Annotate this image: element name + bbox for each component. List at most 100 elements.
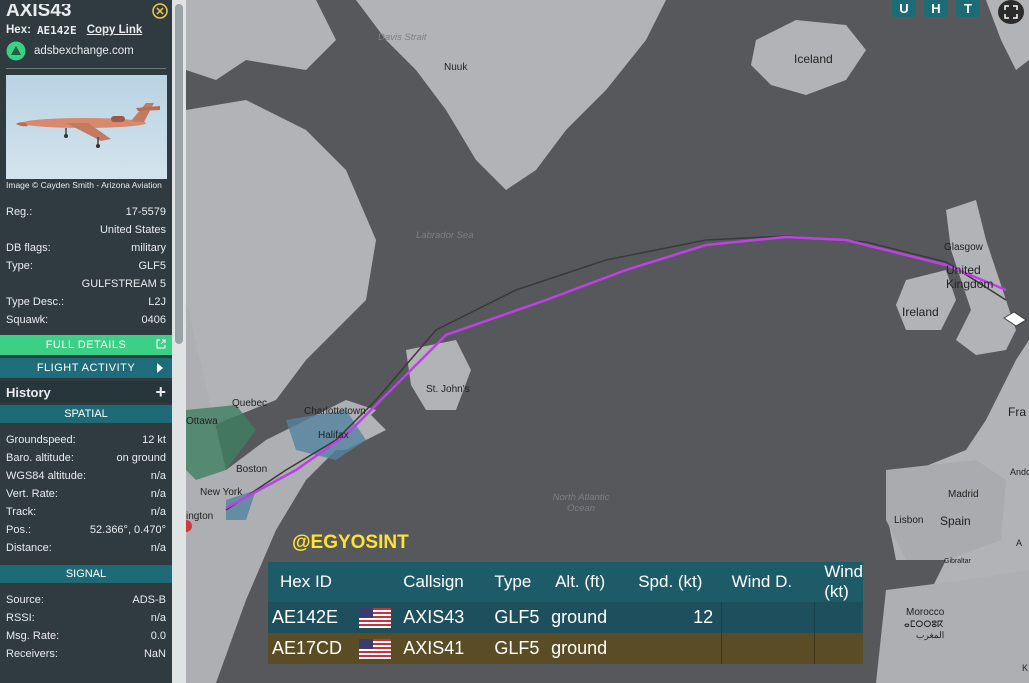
row-wind-direction xyxy=(721,602,815,633)
detail-row: United States xyxy=(0,221,172,239)
hex-label: Hex: xyxy=(6,24,31,36)
full-details-label: FULL DETAILS xyxy=(45,339,127,351)
map-button-t[interactable]: T xyxy=(956,0,980,17)
signal-row-label: Receivers: xyxy=(6,648,58,660)
row-callsign: AXIS41 xyxy=(403,638,465,658)
flight-activity-button[interactable]: FLIGHT ACTIVITY xyxy=(0,358,172,378)
map-label-andorra: Ando xyxy=(1010,467,1029,477)
flight-activity-label: FLIGHT ACTIVITY xyxy=(36,362,136,374)
detail-row-label: Squawk: xyxy=(6,314,49,326)
map-label-morocco-tifinagh: ⴰⵎⵔⵔⵓⴽ xyxy=(904,619,944,629)
map-label-davis-strait: Davis Strait xyxy=(378,32,427,43)
detail-row: Reg.: 17-5579 xyxy=(0,203,172,221)
signal-row-value: 0.0 xyxy=(150,630,166,642)
signal-row-label: Source: xyxy=(6,594,44,606)
map-label-ottawa: Ottawa xyxy=(186,416,218,427)
map-label-k: K xyxy=(1022,663,1029,673)
adsbexchange-logo-icon xyxy=(6,41,26,61)
header-speed: Spd. (kt) xyxy=(638,572,703,591)
map-button-u[interactable]: U xyxy=(892,0,916,17)
detail-row-label: Reg.: xyxy=(6,206,33,218)
history-toggle[interactable]: History + xyxy=(0,381,172,403)
row-altitude: ground xyxy=(551,638,608,658)
map-label-spain: Spain xyxy=(940,514,971,528)
signal-row-value: n/a xyxy=(150,612,166,624)
detail-row-label: Type: xyxy=(6,260,33,272)
detail-row-value: United States xyxy=(99,224,166,236)
detail-row: Type: GLF5 xyxy=(0,257,172,275)
header-callsign: Callsign xyxy=(403,572,464,591)
detail-row-value: L2J xyxy=(148,296,166,308)
spatial-row-value: n/a xyxy=(150,542,166,554)
signal-row-value: ADS-B xyxy=(132,594,166,606)
signal-row-label: RSSI: xyxy=(6,612,35,624)
us-flag-icon xyxy=(359,633,395,664)
spatial-row-label: Baro. altitude: xyxy=(6,452,74,464)
detail-row-value: 0406 xyxy=(141,314,166,326)
close-icon[interactable] xyxy=(152,3,168,19)
detail-row-value: GULFSTREAM 5 xyxy=(81,278,166,290)
map-label-charlottetown: Charlottetown xyxy=(304,406,366,417)
spatial-row-label: Pos.: xyxy=(6,524,32,536)
aircraft-photo[interactable] xyxy=(6,75,167,179)
spatial-row: Pos.: 52.366°, 0.470° xyxy=(0,521,172,539)
divider xyxy=(6,68,166,69)
history-label: History xyxy=(6,384,51,400)
row-speed: 12 xyxy=(693,607,714,627)
full-details-button[interactable]: FULL DETAILS xyxy=(0,335,172,355)
header-type: Type xyxy=(494,572,532,591)
spatial-row-value: on ground xyxy=(116,452,166,464)
row-speed xyxy=(634,633,721,664)
fullscreen-icon xyxy=(1004,5,1018,19)
map-label-halifax: Halifax xyxy=(318,430,349,441)
signal-row-value: NaN xyxy=(143,648,166,660)
detail-row-label: Type Desc.: xyxy=(6,296,65,308)
table-row[interactable]: AE17CD AXIS41 GLF5 ground xyxy=(268,633,863,664)
map-label-gibraltar: Gibraltar xyxy=(944,558,971,565)
spatial-row-label: Distance: xyxy=(6,542,52,554)
row-hex-id: AE17CD xyxy=(272,638,343,658)
spatial-row-label: WGS84 altitude: xyxy=(6,470,87,482)
header-wind-direction: Wind D. xyxy=(731,572,793,591)
detail-row: DB flags: military xyxy=(0,239,172,257)
spatial-row: Vert. Rate: n/a xyxy=(0,485,172,503)
table-header-row: Hex ID Callsign Type Alt. (ft) Spd. (kt)… xyxy=(268,562,863,602)
signal-row: Source: ADS-B xyxy=(0,591,172,609)
image-credit: Image © Cayden Smith - Arizona Aviation xyxy=(6,180,162,190)
map-button-h[interactable]: H xyxy=(924,0,948,17)
spatial-row-value: 52.366°, 0.470° xyxy=(89,524,166,536)
plus-icon: + xyxy=(155,381,166,402)
row-altitude: ground xyxy=(551,607,608,627)
spatial-row-value: n/a xyxy=(150,488,166,500)
scrollbar-thumb[interactable] xyxy=(175,4,183,344)
spatial-row-value: n/a xyxy=(150,470,166,482)
hex-value: AE142E xyxy=(36,23,77,37)
chevron-right-icon xyxy=(157,363,163,373)
spatial-section-header: SPATIAL xyxy=(0,405,172,423)
map-label-ireland: Ireland xyxy=(902,305,939,319)
spatial-row-value: 12 kt xyxy=(142,434,166,446)
detail-row-value: GLF5 xyxy=(138,260,166,272)
table-row[interactable]: AE142E AXIS43 GLF5 ground 12 xyxy=(268,602,863,633)
header-flag xyxy=(359,562,395,602)
spatial-row-value: n/a xyxy=(150,506,166,518)
sidebar-scrollbar[interactable] xyxy=(172,0,186,683)
source-site-link[interactable]: adsbexchange.com xyxy=(34,45,134,57)
map-label-quebec: Quebec xyxy=(232,398,268,409)
row-type: GLF5 xyxy=(494,607,540,627)
spatial-row: Track: n/a xyxy=(0,503,172,521)
map-label-labrador-sea: Labrador Sea xyxy=(416,230,474,241)
map-label-st-johns: St. John's xyxy=(426,384,470,395)
detail-row-value: 17-5579 xyxy=(125,206,166,218)
row-wind-speed xyxy=(813,633,863,664)
header-altitude: Alt. (ft) xyxy=(555,572,606,591)
row-wind-direction xyxy=(721,633,815,664)
map-label-uk: United Kingdom xyxy=(946,263,994,291)
copy-link[interactable]: Copy Link xyxy=(87,24,143,36)
fullscreen-button[interactable] xyxy=(998,0,1024,24)
detail-row-label: DB flags: xyxy=(6,242,51,254)
map-label-new-york: New York xyxy=(200,487,243,498)
map-label-morocco: Morocco xyxy=(906,607,945,618)
spatial-row-label: Track: xyxy=(6,506,37,518)
map-label-nuuk: Nuuk xyxy=(444,62,468,73)
